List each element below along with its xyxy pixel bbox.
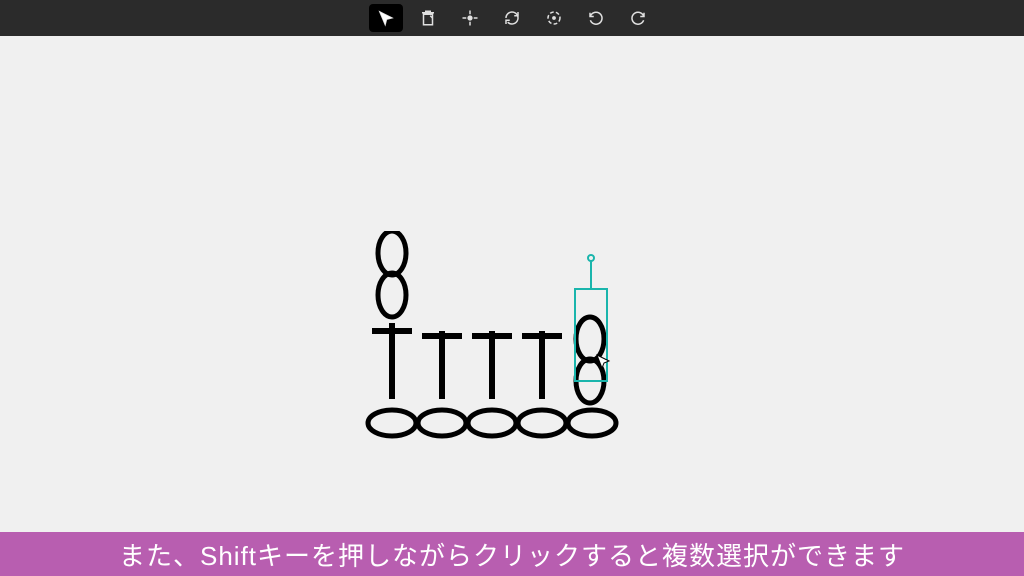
toolbar — [0, 0, 1024, 36]
caption-text: また、Shiftキーを押しながらクリックすると複数選択ができます — [119, 536, 905, 573]
delete-tool-button[interactable] — [411, 4, 445, 32]
selection-rotation-handle[interactable] — [587, 254, 595, 262]
crochet-diagram[interactable] — [360, 231, 640, 486]
refresh-icon — [503, 9, 521, 27]
cycle-tool-button[interactable] — [537, 4, 571, 32]
crosshair-icon — [461, 9, 479, 27]
undo-button[interactable] — [579, 4, 613, 32]
redo-icon — [629, 9, 647, 27]
rotate-icon — [545, 9, 563, 27]
center-tool-button[interactable] — [453, 4, 487, 32]
reset-rotation-button[interactable] — [495, 4, 529, 32]
undo-icon — [587, 9, 605, 27]
redo-button[interactable] — [621, 4, 655, 32]
caption-bar: また、Shiftキーを押しながらクリックすると複数選択ができます — [0, 532, 1024, 576]
trash-icon — [419, 9, 437, 27]
select-tool-button[interactable] — [369, 4, 403, 32]
cursor-icon — [377, 9, 395, 27]
selection-rotation-line — [590, 258, 592, 288]
canvas-area[interactable] — [0, 36, 1024, 576]
